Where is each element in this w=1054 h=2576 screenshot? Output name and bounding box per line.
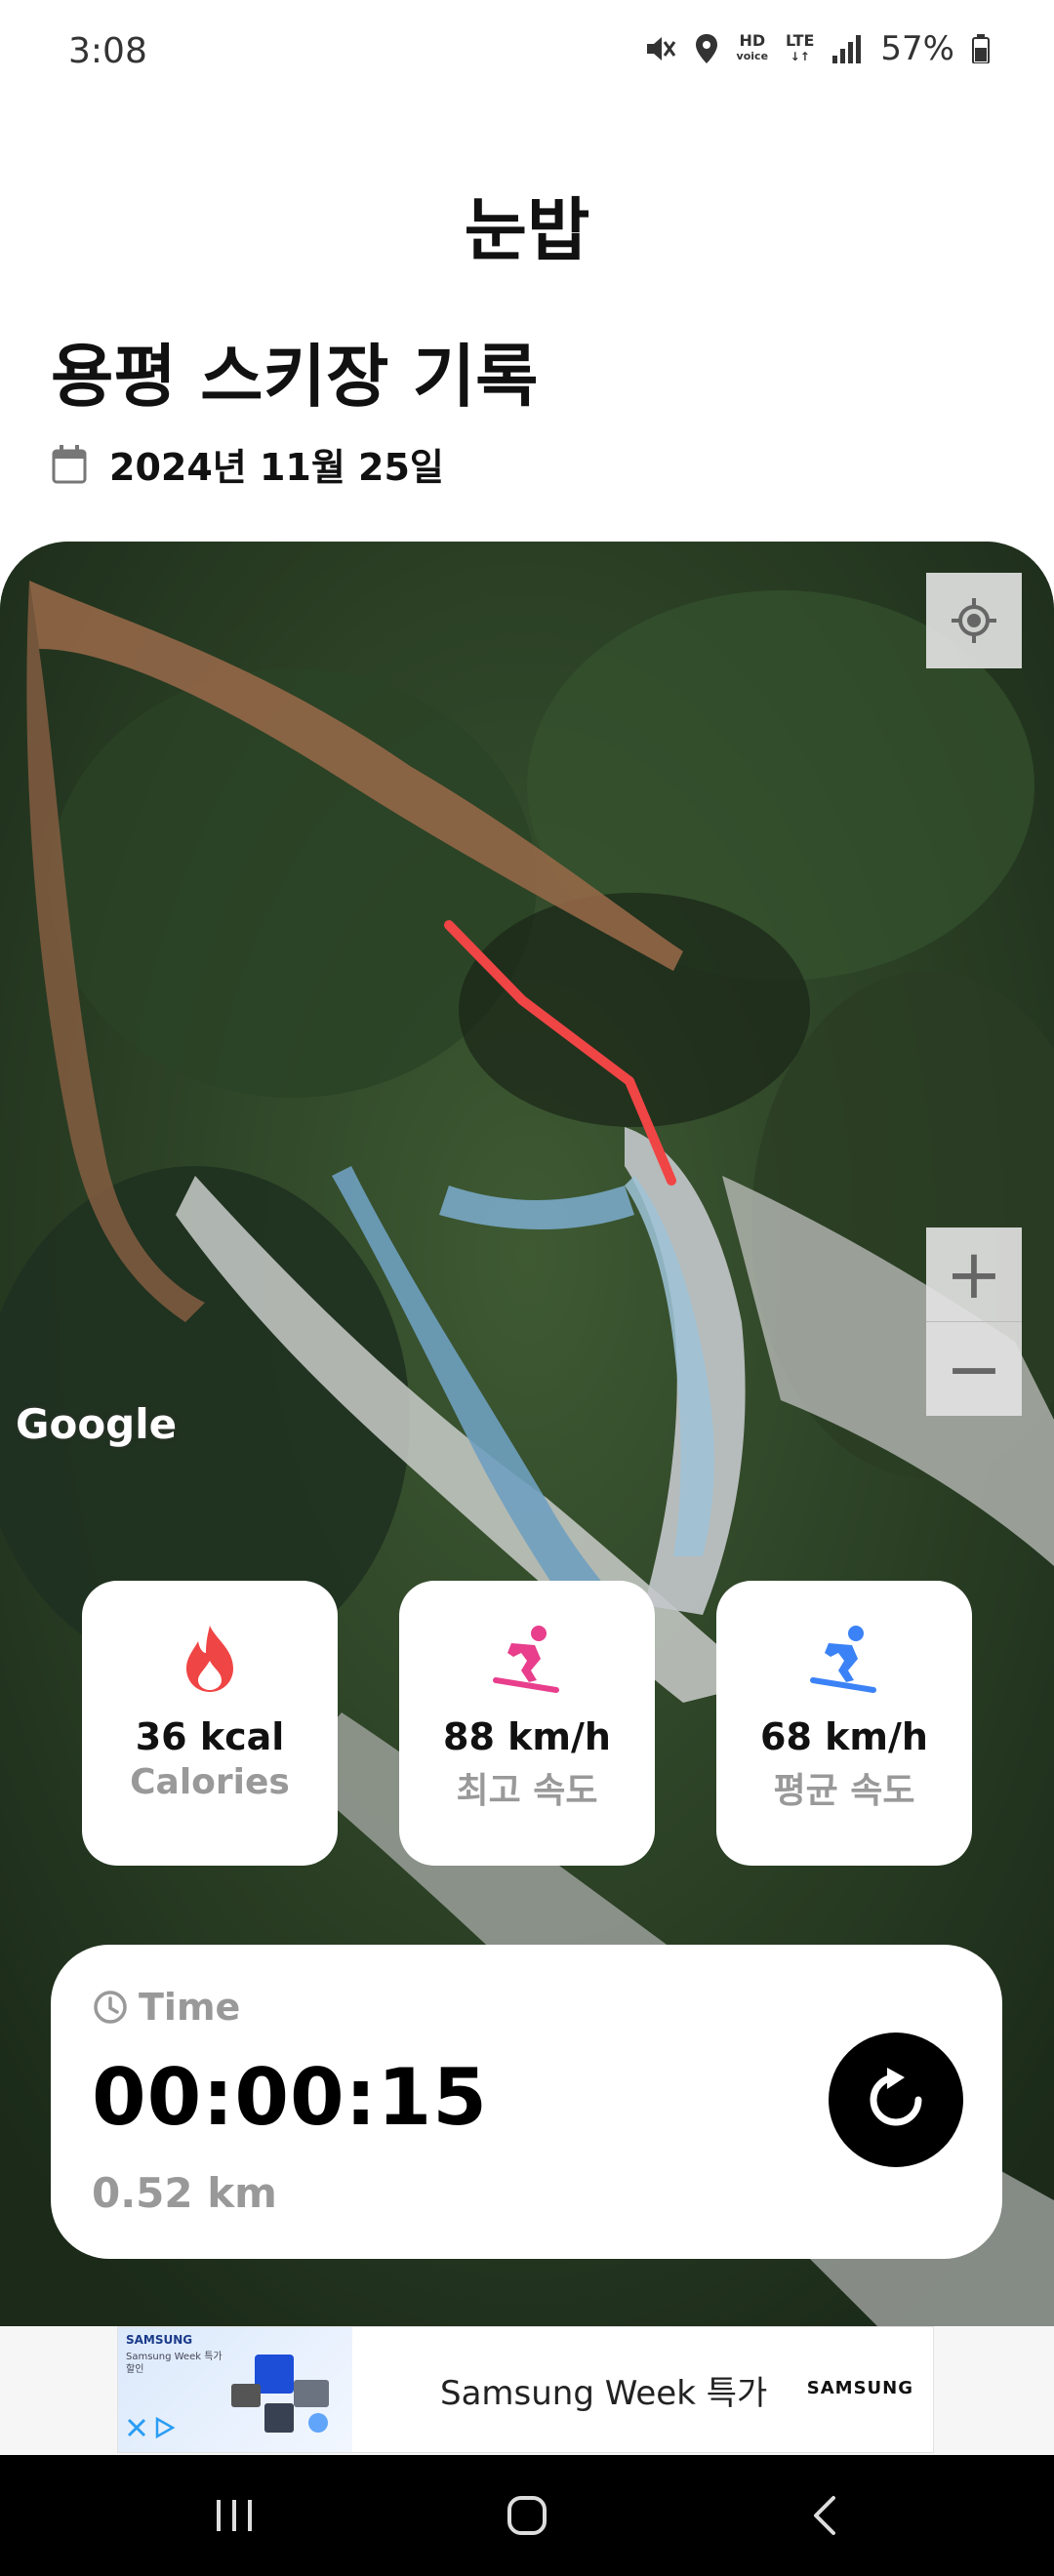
status-bar: 3:08 HD voice LTE ↓↑ 57% [0,0,1054,107]
hd-voice-indicator: HD voice [736,31,769,63]
calories-value: 36 kcal [135,1715,285,1758]
clock-icon [94,1991,127,2024]
max-speed-label: 최고 속도 [456,1771,598,1811]
battery-icon [972,34,990,63]
flame-icon [186,1626,233,1692]
mute-icon [646,37,675,60]
product-image [231,2355,329,2433]
map-view[interactable]: Google + − 36 kcal Calories 88 km/h 최고 속… [0,542,1054,2327]
minus-icon: − [945,1329,1003,1409]
max-speed-card: 88 km/h 최고 속도 [399,1581,655,1866]
distance-value: 0.52 km [92,2169,277,2217]
avg-speed-label: 평균 속도 [773,1771,915,1811]
avg-speed-value: 68 km/h [760,1715,928,1758]
calories-label: Calories [130,1762,290,1802]
location-icon [695,34,717,63]
ad-choices[interactable] [126,2417,175,2438]
snowboarder-icon [810,1626,876,1693]
recents-icon [217,2500,252,2531]
elapsed-time: 00:00:15 [92,2052,488,2143]
app-title: 눈밥 [464,190,590,270]
my-location-button[interactable] [926,573,1022,668]
back-button[interactable] [786,2484,864,2547]
google-attribution: Google [16,1400,178,1448]
lte-indicator: LTE ↓↑ [786,31,815,64]
zoom-in-button[interactable]: + [926,1228,1022,1322]
max-speed-value: 88 km/h [443,1715,611,1758]
ad-headline[interactable]: Samsung Week 특가 [440,2366,767,2414]
calories-card: 36 kcal Calories [82,1581,338,1866]
home-icon [507,2496,547,2535]
back-icon [814,2496,835,2535]
record-title: 용평 스키장 기록 [51,337,539,417]
ad-image[interactable]: SAMSUNG Samsung Week 특가 할인 [118,2327,352,2452]
status-time: 3:08 [68,31,147,71]
snowboarder-icon [493,1626,559,1693]
ad-banner[interactable]: SAMSUNG Samsung Week 특가 할인 Samsung Week … [0,2326,1054,2455]
home-button[interactable] [488,2484,566,2547]
crosshair-icon [952,598,996,643]
battery-percent: 57% [880,29,954,68]
ad-brand: SAMSUNG [806,2378,913,2398]
avg-speed-card: 68 km/h 평균 속도 [716,1581,972,1866]
timer-label: Time [139,1986,241,2029]
signal-icon [832,35,862,63]
navigation-bar [0,2455,1054,2576]
ad-container[interactable]: SAMSUNG Samsung Week 특가 할인 Samsung Week … [117,2326,934,2453]
plus-icon: + [945,1234,1003,1314]
record-date: 2024년 11월 25일 [109,446,444,489]
calendar-icon [52,444,87,483]
refresh-icon [870,2068,922,2126]
ad-choices-icon[interactable] [153,2417,175,2438]
timer-card: Time 00:00:15 0.52 km [51,1945,1002,2259]
close-icon[interactable] [126,2417,147,2438]
zoom-out-button[interactable]: − [926,1322,1022,1416]
timer-header: Time [92,1986,240,2029]
recent-apps-button[interactable] [195,2484,273,2547]
date-row: 2024년 11월 25일 [51,437,444,491]
status-icons: HD voice LTE ↓↑ 57% [643,29,990,68]
reset-button[interactable] [829,2033,963,2167]
